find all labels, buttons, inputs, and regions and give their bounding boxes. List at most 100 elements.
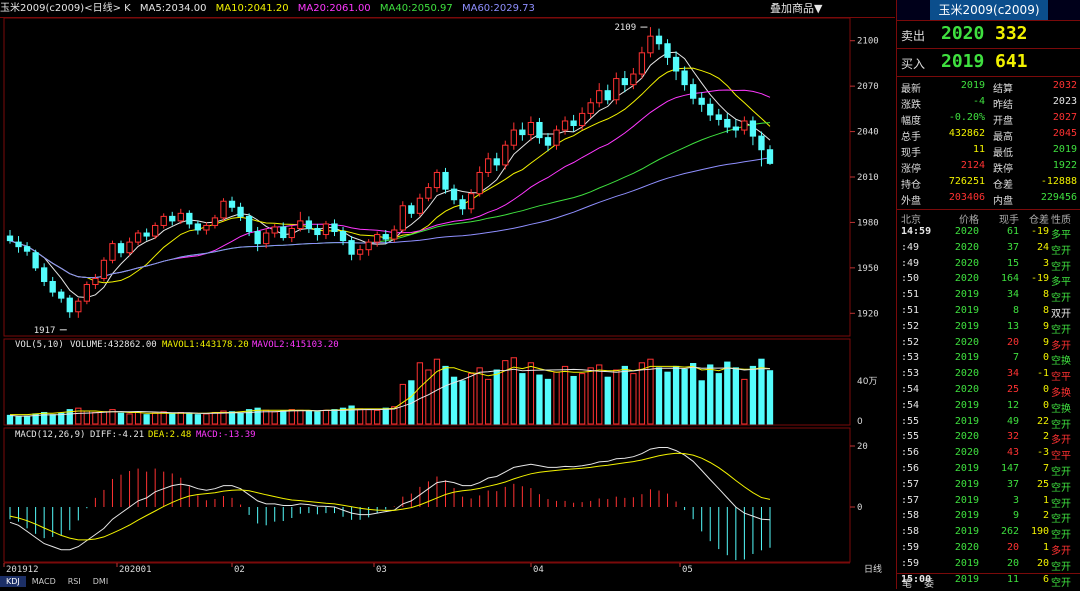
- volume-bar: [630, 373, 637, 425]
- volume-bar: [544, 378, 552, 425]
- stat-row: 外盘 203406 内盘 229456: [897, 191, 1080, 207]
- tick-time: :52: [901, 336, 920, 348]
- tab-ticks[interactable]: 笔: [896, 574, 918, 591]
- candle-body: [237, 206, 244, 217]
- tick-time: :51: [901, 304, 920, 316]
- tick-time: :56: [901, 447, 920, 459]
- tick-row: :58 2019 9 2 空开: [897, 509, 1080, 525]
- candle-body: [553, 129, 560, 146]
- tick-type: 空开: [1051, 514, 1071, 526]
- tick-price: 2020: [954, 241, 979, 253]
- candle-body: [502, 144, 509, 166]
- candle: [732, 119, 739, 138]
- volume-tick-label: 0: [857, 417, 863, 427]
- candle-body: [23, 246, 31, 252]
- volume-bar: [724, 361, 731, 425]
- macd-header-macd: MACD:-13.39: [196, 430, 256, 440]
- tick-price: 2020: [954, 226, 979, 237]
- candle-body: [322, 223, 330, 236]
- candle-body: [604, 90, 611, 101]
- stat-value: 229456: [1040, 192, 1077, 203]
- tick-time: :59: [901, 557, 920, 569]
- volume-bar: [15, 416, 22, 425]
- tick-row: :52 2019 13 9 空开: [897, 320, 1080, 336]
- candle: [314, 223, 321, 241]
- candle-body: [715, 114, 722, 120]
- candle-body: [416, 197, 424, 214]
- tick-price: 2019: [954, 478, 979, 490]
- candle-body: [254, 231, 261, 245]
- candle: [613, 72, 620, 105]
- stat-value: 2027: [1052, 112, 1077, 123]
- candle: [758, 131, 765, 167]
- candle-body: [186, 212, 193, 225]
- candle: [476, 166, 483, 197]
- candle: [741, 116, 748, 135]
- tab-rsi[interactable]: RSI: [62, 576, 87, 587]
- candle-body: [613, 78, 620, 101]
- candle: [41, 263, 48, 287]
- stat-key: 最低: [993, 148, 1013, 159]
- chart-area[interactable]: 1920 1950 1980 2010 2040 2070 2100 2109 1917 40万 0…: [0, 0, 895, 576]
- candle: [493, 152, 500, 171]
- buy-label: 买入: [901, 57, 926, 71]
- buy-row[interactable]: 买入 2019 641: [897, 48, 1080, 76]
- tab-dmi[interactable]: DMI: [87, 576, 114, 587]
- tick-oi-change: 0: [1042, 399, 1049, 411]
- candle-body: [41, 267, 48, 282]
- candle: [399, 201, 406, 234]
- volume-bar: [749, 365, 757, 425]
- candle-body: [160, 215, 167, 226]
- stat-key: 开盘: [993, 116, 1013, 127]
- sell-price: 2020: [941, 23, 985, 44]
- tick-price: 2019: [954, 494, 979, 506]
- tick-list[interactable]: 北京 价格 现手 仓差 性质 14:59 2020 61 -19 多平:49 2020 37…: [897, 209, 1080, 589]
- candle-body: [100, 259, 108, 279]
- tick-type: 多开: [1051, 340, 1071, 352]
- tick-price: 2019: [954, 462, 979, 474]
- candle-body: [672, 56, 680, 72]
- volume-bar: [297, 409, 304, 425]
- candle: [58, 289, 65, 303]
- tick-time: :57: [901, 494, 920, 506]
- tick-price: 2019: [954, 352, 979, 364]
- tab-orders[interactable]: 委: [918, 574, 940, 591]
- candle: [23, 242, 31, 256]
- stat-key: 现手: [901, 148, 921, 159]
- tick-volume: 7: [1012, 352, 1019, 364]
- volume-bar: [732, 367, 739, 425]
- candle: [15, 236, 22, 253]
- tick-price: 2019: [954, 557, 979, 569]
- tick-row: :54 2020 25 0 多换: [897, 383, 1080, 399]
- tick-price: 2019: [954, 304, 979, 316]
- tab-macd[interactable]: MACD: [26, 576, 62, 587]
- macd-header-diff: DIFF:-4.21: [90, 430, 144, 440]
- sell-row[interactable]: 卖出 2020 332: [897, 20, 1080, 48]
- volume-bar: [655, 367, 663, 425]
- tick-row: :56 2020 43 -3 空平: [897, 446, 1080, 462]
- candle-body: [578, 112, 586, 127]
- tick-price: 2019: [954, 399, 979, 411]
- volume-bar: [741, 378, 748, 425]
- tick-row: :53 2020 34 -1 空平: [897, 367, 1080, 383]
- quote-panel: 玉米2009(c2009) 卖出 2020 332 买入 2019 641 最新…: [896, 0, 1080, 589]
- stat-key: 仓差: [993, 180, 1013, 191]
- tick-time: :57: [901, 478, 920, 490]
- candle: [194, 220, 202, 235]
- stat-row: 涨跌 -4 昨结 2023: [897, 95, 1080, 111]
- volume-bar: [49, 414, 56, 425]
- candle-body: [314, 227, 321, 236]
- candle-body: [425, 187, 432, 199]
- vol-header-mavol1: MAVOL1:443178.20: [162, 340, 249, 350]
- tab-kdj[interactable]: KDJ: [0, 576, 26, 587]
- volume-bar: [570, 375, 577, 425]
- volume-bar: [305, 410, 313, 425]
- candle-body: [117, 243, 125, 254]
- candle: [604, 84, 611, 105]
- stat-key: 涨停: [901, 164, 921, 175]
- tick-volume: 49: [1006, 415, 1019, 427]
- candle: [92, 273, 99, 290]
- tick-oi-change: -1: [1036, 368, 1049, 380]
- stat-key: 内盘: [993, 196, 1013, 207]
- candle: [485, 152, 492, 177]
